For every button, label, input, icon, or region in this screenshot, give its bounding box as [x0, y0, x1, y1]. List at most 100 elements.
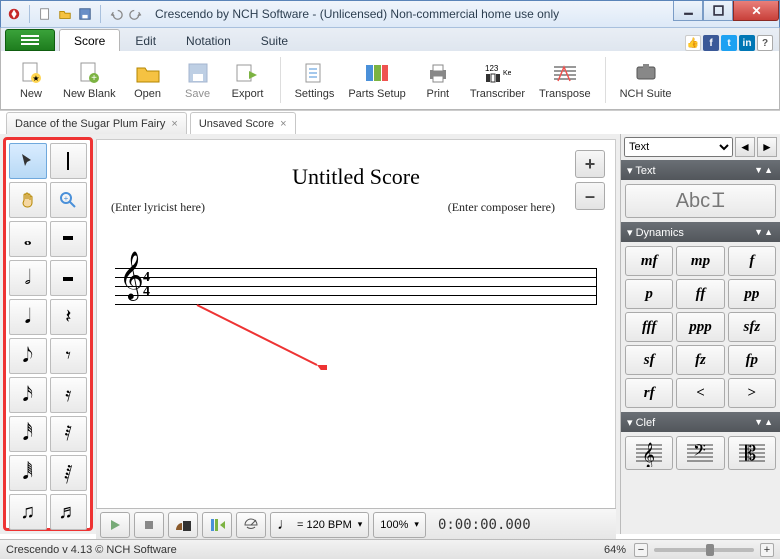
score-canvas[interactable]: Untitled Score (Enter lyricist here) (En…: [96, 139, 616, 529]
thirtysecond-note[interactable]: 𝅘𝅥𝅰: [9, 416, 47, 452]
whole-note[interactable]: 𝅝: [9, 221, 47, 257]
sixtyfourth-note[interactable]: 𝅘𝅥𝅱: [9, 455, 47, 491]
dynamic-mf[interactable]: mf: [625, 246, 673, 276]
zoom-control[interactable]: 100%▾: [373, 512, 426, 538]
stop-button[interactable]: [134, 512, 164, 538]
sixteenth-rest[interactable]: 𝄿: [50, 377, 88, 413]
sixteenth-note[interactable]: 𝅘𝅥𝅯: [9, 377, 47, 413]
print-button[interactable]: Print: [414, 53, 462, 107]
instruments-button[interactable]: [168, 512, 198, 538]
zoom-in-button[interactable]: +: [575, 150, 605, 178]
save-button[interactable]: Save: [174, 53, 222, 107]
close-button[interactable]: [733, 1, 779, 21]
beam-sixteenth[interactable]: ♬: [50, 494, 88, 530]
quarter-note[interactable]: 𝅘𝅥: [9, 299, 47, 335]
tab-suite[interactable]: Suite: [246, 29, 303, 51]
dynamic-cresc[interactable]: <: [676, 378, 724, 408]
maximize-button[interactable]: [703, 1, 733, 21]
tempo-control[interactable]: ♩= 120 BPM▾: [270, 512, 369, 538]
clef-treble[interactable]: 𝄞: [625, 436, 673, 470]
tab-score[interactable]: Score: [59, 29, 120, 51]
nch-suite-button[interactable]: NCH Suite: [614, 53, 678, 107]
zoom-tool[interactable]: +: [50, 182, 88, 218]
open-button[interactable]: Open: [124, 53, 172, 107]
transcriber-button[interactable]: 123KeysTranscriber: [464, 53, 531, 107]
linkedin-icon[interactable]: in: [739, 35, 755, 51]
qat-new-icon[interactable]: [36, 5, 54, 23]
dynamic-ppp[interactable]: ppp: [676, 312, 724, 342]
thirtysecond-rest[interactable]: 𝅀: [50, 416, 88, 452]
quick-access-toolbar: [1, 5, 149, 23]
new-button[interactable]: ★New: [7, 53, 55, 107]
whole-rest[interactable]: [50, 221, 88, 257]
play-button[interactable]: [100, 512, 130, 538]
dynamic-p[interactable]: p: [625, 279, 673, 309]
score-title[interactable]: Untitled Score: [97, 164, 615, 190]
app-menu-button[interactable]: [5, 29, 55, 51]
barline-tool[interactable]: [50, 143, 88, 179]
new-blank-button[interactable]: +New Blank: [57, 53, 122, 107]
tab-edit[interactable]: Edit: [120, 29, 171, 51]
minimize-button[interactable]: [673, 1, 703, 21]
settings-button[interactable]: Settings: [289, 53, 341, 107]
dynamic-f[interactable]: f: [728, 246, 776, 276]
zoom-minus-icon[interactable]: −: [634, 543, 648, 557]
thumbs-up-icon[interactable]: 👍: [685, 35, 701, 51]
text-tool-button[interactable]: AbcᏆ: [625, 184, 776, 218]
palette-next-button[interactable]: ►: [757, 137, 777, 157]
zoom-plus-icon[interactable]: +: [760, 543, 774, 557]
dynamic-fp[interactable]: fp: [728, 345, 776, 375]
zoom-slider[interactable]: − +: [634, 543, 774, 557]
section-dynamics-header[interactable]: ▾ Dynamics▼▲: [621, 222, 780, 242]
ribbon: Score Edit Notation Suite 👍 f t in ? ★Ne…: [0, 28, 780, 110]
dynamic-pp[interactable]: pp: [728, 279, 776, 309]
doctab-sugar-plum[interactable]: Dance of the Sugar Plum Fairy×: [6, 112, 187, 134]
qat-save-icon[interactable]: [76, 5, 94, 23]
clef-bass[interactable]: 𝄢: [676, 436, 724, 470]
dynamic-decresc[interactable]: >: [728, 378, 776, 408]
loop-button[interactable]: [202, 512, 232, 538]
dynamic-fz[interactable]: fz: [676, 345, 724, 375]
zoom-out-button[interactable]: –: [575, 182, 605, 210]
metronome-button[interactable]: [236, 512, 266, 538]
dynamic-ff[interactable]: ff: [676, 279, 724, 309]
dynamic-sfz[interactable]: sfz: [728, 312, 776, 342]
section-text-header[interactable]: ▾ Text▼▲: [621, 160, 780, 180]
close-icon[interactable]: ×: [171, 118, 177, 130]
qat-redo-icon[interactable]: [127, 5, 145, 23]
staff[interactable]: 𝄞 44: [115, 268, 597, 304]
lyricist-placeholder[interactable]: (Enter lyricist here): [111, 200, 205, 215]
dynamic-mp[interactable]: mp: [676, 246, 724, 276]
qat-open-icon[interactable]: [56, 5, 74, 23]
export-button[interactable]: Export: [224, 53, 272, 107]
half-note[interactable]: 𝅗𝅥: [9, 260, 47, 296]
half-rest[interactable]: [50, 260, 88, 296]
hand-tool[interactable]: [9, 182, 47, 218]
zoom-thumb[interactable]: [706, 544, 714, 556]
save-icon: [184, 60, 212, 86]
dynamic-fff[interactable]: fff: [625, 312, 673, 342]
palette-selector[interactable]: Text: [624, 137, 733, 157]
quarter-rest[interactable]: 𝄽: [50, 299, 88, 335]
facebook-icon[interactable]: f: [703, 35, 719, 51]
beam-eighth[interactable]: ♫: [9, 494, 47, 530]
dynamic-rf[interactable]: rf: [625, 378, 673, 408]
composer-placeholder[interactable]: (Enter composer here): [448, 200, 555, 215]
print-icon: [424, 60, 452, 86]
eighth-rest[interactable]: 𝄾: [50, 338, 88, 374]
eighth-note[interactable]: 𝅘𝅥𝅮: [9, 338, 47, 374]
selection-tool[interactable]: [9, 143, 47, 179]
transpose-button[interactable]: Transpose: [533, 53, 597, 107]
close-icon[interactable]: ×: [280, 118, 286, 130]
help-icon[interactable]: ?: [757, 35, 773, 51]
parts-setup-button[interactable]: Parts Setup: [342, 53, 411, 107]
clef-alto[interactable]: 𝄡: [728, 436, 776, 470]
twitter-icon[interactable]: t: [721, 35, 737, 51]
doctab-unsaved[interactable]: Unsaved Score×: [190, 112, 296, 134]
section-clef-header[interactable]: ▾ Clef▼▲: [621, 412, 780, 432]
sixtyfourth-rest[interactable]: 𝅁: [50, 455, 88, 491]
qat-undo-icon[interactable]: [107, 5, 125, 23]
tab-notation[interactable]: Notation: [171, 29, 246, 51]
palette-prev-button[interactable]: ◄: [735, 137, 755, 157]
dynamic-sf[interactable]: sf: [625, 345, 673, 375]
